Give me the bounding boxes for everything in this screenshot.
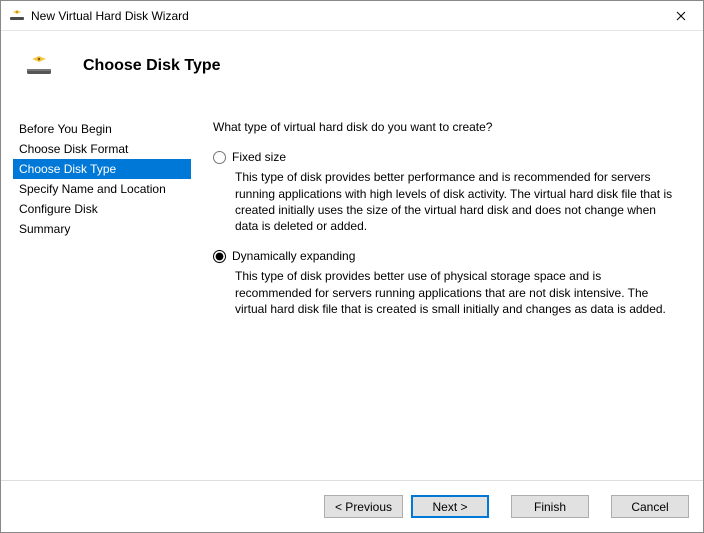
step-specify-name-location[interactable]: Specify Name and Location	[13, 179, 191, 199]
app-icon	[9, 8, 25, 24]
wizard-icon	[25, 52, 53, 80]
page-heading: Choose Disk Type	[83, 57, 221, 75]
option-dynamic: Dynamically expanding This type of disk …	[213, 248, 681, 317]
footer: < Previous Next > Finish Cancel	[1, 480, 703, 532]
wizard-window: New Virtual Hard Disk Wizard Choose Disk…	[0, 0, 704, 533]
window-title: New Virtual Hard Disk Wizard	[31, 9, 658, 23]
prompt-text: What type of virtual hard disk do you wa…	[213, 119, 681, 135]
label-dynamic[interactable]: Dynamically expanding	[232, 248, 355, 264]
close-button[interactable]	[658, 1, 703, 31]
radio-fixed-size[interactable]	[213, 151, 226, 164]
step-choose-disk-format[interactable]: Choose Disk Format	[13, 139, 191, 159]
step-configure-disk[interactable]: Configure Disk	[13, 199, 191, 219]
label-fixed-size[interactable]: Fixed size	[232, 149, 286, 165]
titlebar: New Virtual Hard Disk Wizard	[1, 1, 703, 31]
next-button[interactable]: Next >	[411, 495, 489, 518]
desc-fixed-size: This type of disk provides better perfor…	[235, 169, 681, 234]
radio-dynamic[interactable]	[213, 250, 226, 263]
header: Choose Disk Type	[1, 31, 703, 101]
step-before-you-begin[interactable]: Before You Begin	[13, 119, 191, 139]
finish-button[interactable]: Finish	[511, 495, 589, 518]
option-fixed-size: Fixed size This type of disk provides be…	[213, 149, 681, 234]
desc-dynamic: This type of disk provides better use of…	[235, 268, 681, 317]
previous-button[interactable]: < Previous	[324, 495, 403, 518]
body: Before You Begin Choose Disk Format Choo…	[1, 101, 703, 480]
cancel-button[interactable]: Cancel	[611, 495, 689, 518]
content: What type of virtual hard disk do you wa…	[191, 101, 691, 480]
step-choose-disk-type[interactable]: Choose Disk Type	[13, 159, 191, 179]
step-summary[interactable]: Summary	[13, 219, 191, 239]
sidebar: Before You Begin Choose Disk Format Choo…	[13, 101, 191, 480]
